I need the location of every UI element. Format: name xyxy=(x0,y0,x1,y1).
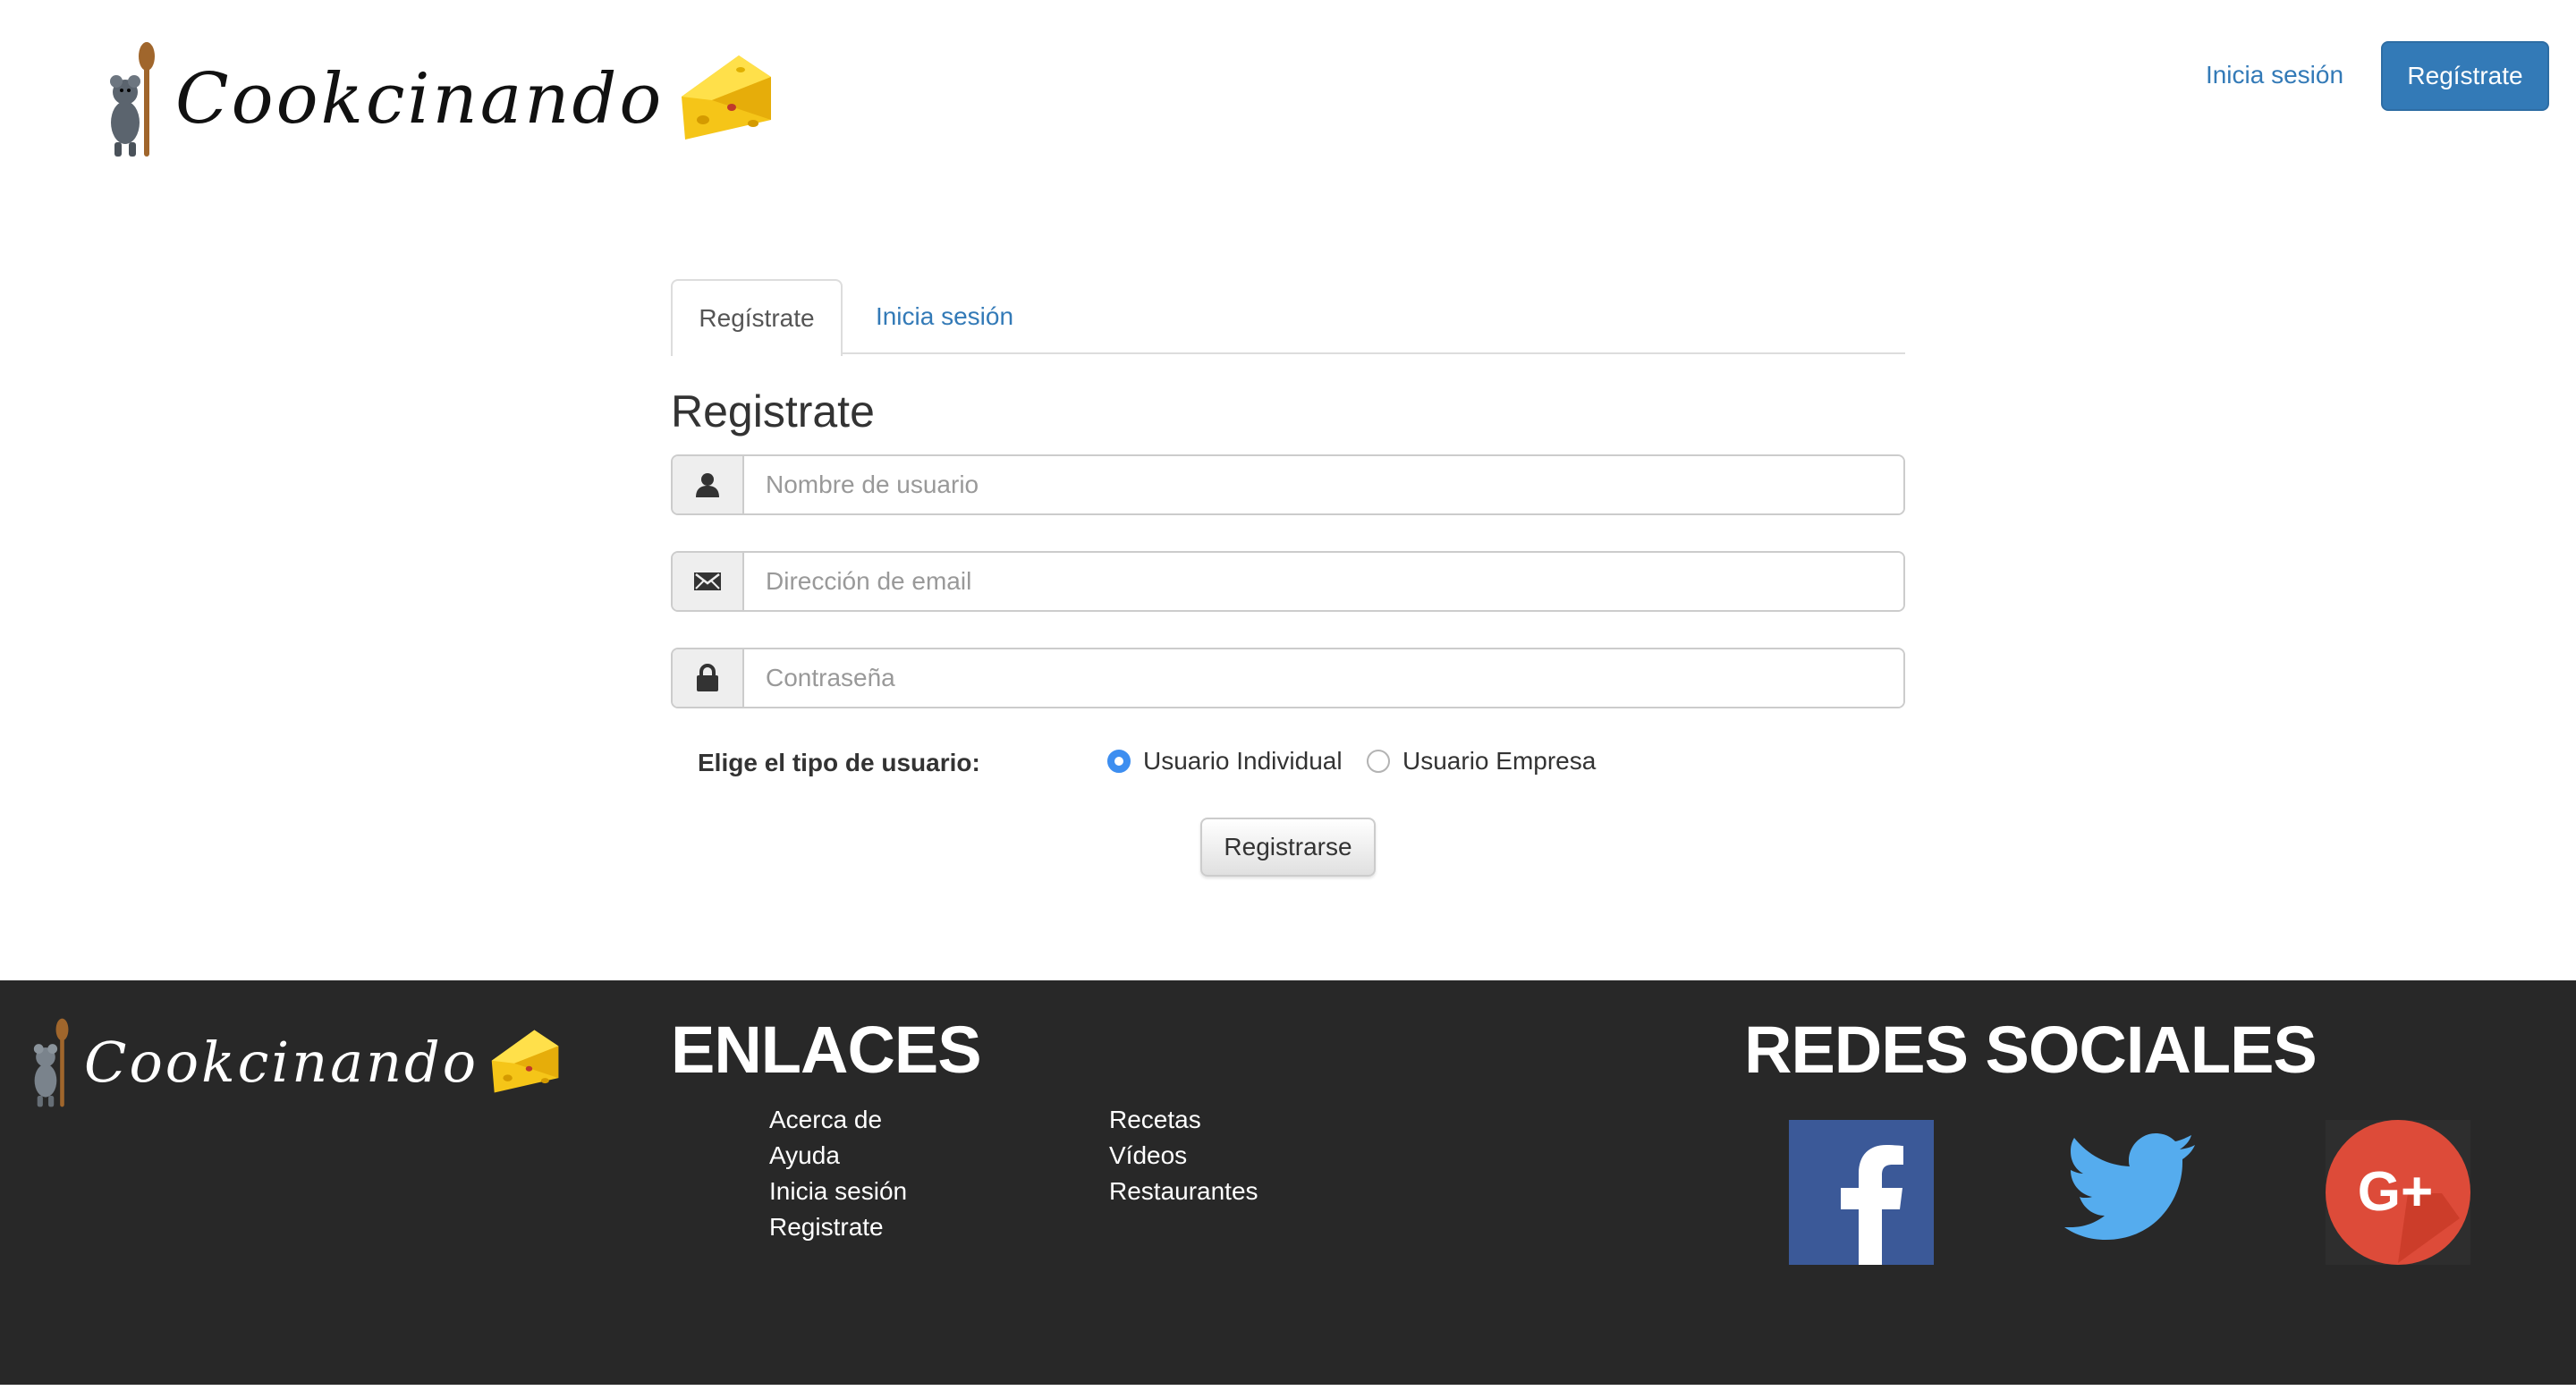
cheese-icon xyxy=(491,1030,559,1093)
footer-links-col2: Recetas Vídeos Restaurantes xyxy=(1109,1102,1258,1209)
password-group xyxy=(671,648,1905,708)
google-plus-icon[interactable]: G+ xyxy=(2326,1120,2470,1265)
username-group xyxy=(671,454,1905,515)
radio-label-empresa: Usuario Empresa xyxy=(1402,747,1597,775)
header-login-link[interactable]: Inicia sesión xyxy=(2200,47,2349,104)
envelope-icon xyxy=(673,553,744,610)
cheese-icon xyxy=(682,55,772,140)
chef-rat-icon xyxy=(110,42,155,157)
svg-text:G+: G+ xyxy=(2358,1161,2433,1223)
auth-tabs: Regístrate Inicia sesión xyxy=(671,279,1905,356)
footer-link-login[interactable]: Inicia sesión xyxy=(769,1174,907,1209)
radio-user-individual[interactable]: Usuario Individual xyxy=(1107,746,1343,776)
user-icon xyxy=(673,456,744,513)
password-input[interactable] xyxy=(744,649,1903,707)
chef-rat-icon xyxy=(33,1018,69,1107)
header-register-button[interactable]: Regístrate xyxy=(2381,41,2549,111)
footer-link-recetas[interactable]: Recetas xyxy=(1109,1102,1258,1138)
footer-links-heading: ENLACES xyxy=(671,1013,982,1087)
email-input[interactable] xyxy=(744,553,1903,610)
radio-checked-icon[interactable] xyxy=(1107,750,1131,773)
footer-link-videos[interactable]: Vídeos xyxy=(1109,1138,1258,1174)
twitter-icon[interactable] xyxy=(2057,1120,2202,1265)
footer-logo-text: Cookcinando xyxy=(84,1030,479,1095)
logo-text: Cookcinando xyxy=(175,59,665,140)
footer-logo[interactable]: Cookcinando xyxy=(30,1009,563,1116)
username-input[interactable] xyxy=(744,456,1903,513)
facebook-icon[interactable] xyxy=(1789,1120,1934,1265)
form-title: Registrate xyxy=(671,386,875,437)
register-submit-button[interactable]: Registrarse xyxy=(1200,818,1376,877)
radio-user-empresa[interactable]: Usuario Empresa xyxy=(1367,746,1596,776)
email-group xyxy=(671,551,1905,612)
tab-register[interactable]: Regístrate xyxy=(671,279,843,356)
footer-social-heading: REDES SOCIALES xyxy=(1744,1013,2318,1087)
footer-link-register[interactable]: Registrate xyxy=(769,1209,907,1245)
radio-unchecked-icon[interactable] xyxy=(1367,750,1390,773)
footer-link-ayuda[interactable]: Ayuda xyxy=(769,1138,907,1174)
footer-link-acerca[interactable]: Acerca de xyxy=(769,1102,907,1138)
tab-login[interactable]: Inicia sesión xyxy=(846,279,1043,354)
lock-icon xyxy=(673,649,744,707)
footer-links-col1: Acerca de Ayuda Inicia sesión Registrate xyxy=(769,1102,907,1245)
user-type-label: Elige el tipo de usuario: xyxy=(698,749,980,776)
radio-label-individual: Usuario Individual xyxy=(1143,747,1343,775)
footer-link-restaurantes[interactable]: Restaurantes xyxy=(1109,1174,1258,1209)
site-logo[interactable]: Cookcinando xyxy=(106,32,776,166)
